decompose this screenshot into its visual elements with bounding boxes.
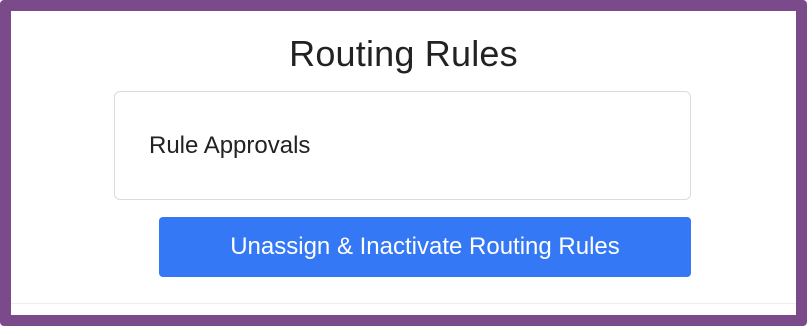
rule-approvals-label: Rule Approvals	[149, 132, 311, 159]
routing-rules-panel: Routing Rules Rule Approvals Unassign & …	[11, 11, 796, 315]
unassign-inactivate-routing-rules-button[interactable]: Unassign & Inactivate Routing Rules	[159, 217, 691, 277]
page-title: Routing Rules	[289, 33, 518, 74]
bottom-divider	[11, 303, 796, 304]
rule-approvals-card: Rule Approvals	[114, 91, 691, 200]
